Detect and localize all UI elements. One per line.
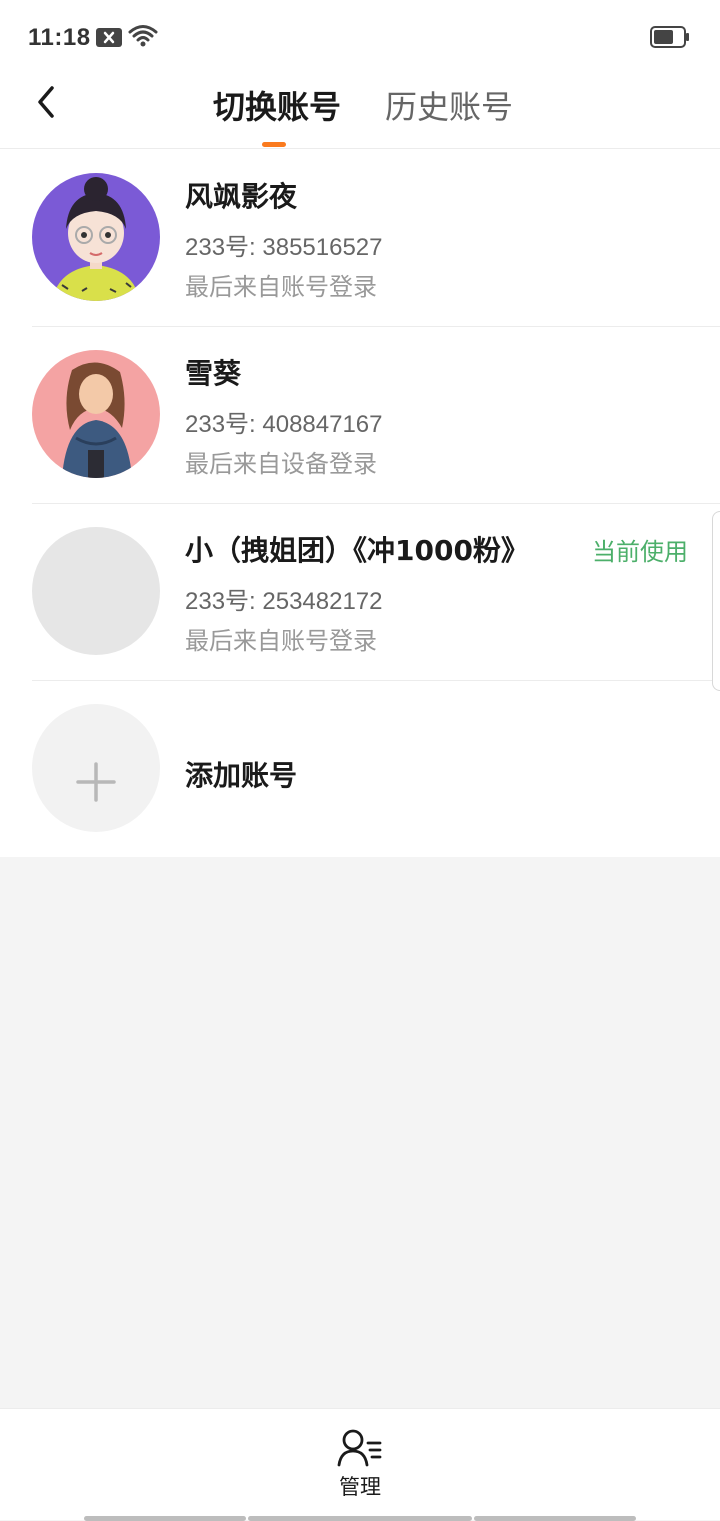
account-name: 小（拽姐团）《冲1000粉》: [185, 534, 529, 567]
account-item[interactable]: 小（拽姐团）《冲1000粉》 当前使用 233号: 253482172 最后来自…: [0, 503, 720, 680]
current-account-badge: 当前使用: [592, 538, 688, 566]
status-time: 11:18: [28, 24, 91, 51]
account-list: 风飒影夜 233号: 385516527 最后来自账号登录 雪葵 233号: 4…: [0, 149, 720, 857]
tab-history-account[interactable]: 历史账号: [385, 82, 513, 128]
account-id: 233号: 253482172: [185, 588, 383, 615]
tab-switch-account[interactable]: 切换账号: [213, 82, 341, 128]
add-account-button[interactable]: 添加账号: [0, 680, 720, 857]
status-bar: 11:18: [0, 0, 720, 72]
header-nav: 切换账号 历史账号: [0, 72, 720, 149]
bottom-bar: 管理: [0, 1408, 720, 1521]
avatar: [32, 350, 160, 478]
notification-icon: [96, 28, 122, 47]
side-scroll-handle[interactable]: [712, 511, 720, 691]
system-nav-indicator: [474, 1516, 636, 1521]
login-source: 最后来自设备登录: [185, 450, 377, 478]
avatar: [32, 527, 160, 655]
manage-button[interactable]: 管理: [320, 1427, 400, 1507]
account-item[interactable]: 风飒影夜 233号: 385516527 最后来自账号登录: [0, 149, 720, 326]
manage-label: 管理: [339, 1475, 381, 1499]
account-name: 风飒影夜: [185, 180, 298, 213]
active-tab-indicator: [262, 142, 286, 147]
system-nav-indicator: [84, 1516, 246, 1521]
back-button[interactable]: [30, 82, 66, 122]
user-manage-icon: [337, 1429, 382, 1467]
add-account-label: 添加账号: [185, 759, 298, 792]
login-source: 最后来自账号登录: [185, 627, 377, 655]
plus-icon: [76, 762, 116, 802]
account-id: 233号: 408847167: [185, 411, 383, 438]
system-nav-indicator: [248, 1516, 472, 1521]
account-id: 233号: 385516527: [185, 234, 383, 261]
account-name: 雪葵: [185, 357, 242, 390]
avatar: [32, 173, 160, 301]
account-item[interactable]: 雪葵 233号: 408847167 最后来自设备登录: [0, 326, 720, 503]
wifi-icon: [128, 24, 158, 52]
back-arrow-icon: [38, 86, 54, 118]
empty-area: [0, 857, 720, 1409]
login-source: 最后来自账号登录: [185, 273, 377, 301]
battery-icon: [650, 26, 690, 52]
